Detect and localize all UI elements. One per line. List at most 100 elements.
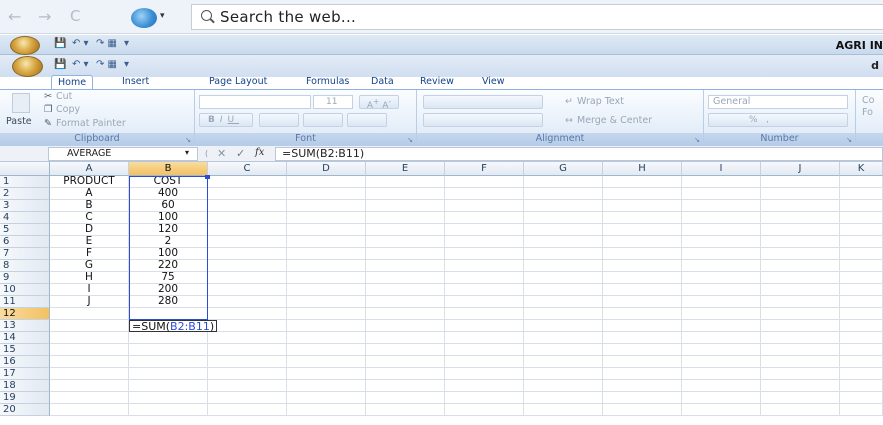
dialog-launcher-icon[interactable]: ↘ <box>846 136 852 144</box>
cell-e2[interactable] <box>366 188 445 200</box>
cell-k18[interactable] <box>840 380 883 392</box>
cell-j16[interactable] <box>761 356 840 368</box>
cell-i9[interactable] <box>682 272 761 284</box>
cell-e19[interactable] <box>366 392 445 404</box>
wrap-text-icon[interactable]: ↵ <box>565 96 573 107</box>
cell-b18[interactable] <box>129 380 208 392</box>
cell-g10[interactable] <box>524 284 603 296</box>
tab-page-layout[interactable]: Page Layout <box>209 75 267 89</box>
cell-a12[interactable] <box>50 308 129 320</box>
cell-f20[interactable] <box>445 404 524 416</box>
cell-h19[interactable] <box>603 392 682 404</box>
row-header-10[interactable]: 10 <box>0 284 50 296</box>
cell-g5[interactable] <box>524 224 603 236</box>
cut-button[interactable]: Cut <box>56 91 72 102</box>
cell-f2[interactable] <box>445 188 524 200</box>
cell-j1[interactable] <box>761 176 840 188</box>
cell-j18[interactable] <box>761 380 840 392</box>
cell-j5[interactable] <box>761 224 840 236</box>
cell-g19[interactable] <box>524 392 603 404</box>
cell-i20[interactable] <box>682 404 761 416</box>
cell-d4[interactable] <box>287 212 366 224</box>
tab-view[interactable]: View <box>482 75 505 89</box>
borders-button[interactable] <box>259 113 299 127</box>
cell-f4[interactable] <box>445 212 524 224</box>
row-header-14[interactable]: 14 <box>0 332 50 344</box>
row-header-16[interactable]: 16 <box>0 356 50 368</box>
format-painter-icon[interactable]: ✎ <box>44 118 52 129</box>
cell-f17[interactable] <box>445 368 524 380</box>
tab-data[interactable]: Data <box>371 75 394 89</box>
cell-i18[interactable] <box>682 380 761 392</box>
row-header-17[interactable]: 17 <box>0 368 50 380</box>
number-format-buttons[interactable]: % , <box>708 113 848 127</box>
cell-d9[interactable] <box>287 272 366 284</box>
cell-b19[interactable] <box>129 392 208 404</box>
cell-f6[interactable] <box>445 236 524 248</box>
cell-j3[interactable] <box>761 200 840 212</box>
cell-e4[interactable] <box>366 212 445 224</box>
cell-j9[interactable] <box>761 272 840 284</box>
font-color-button[interactable] <box>347 113 387 127</box>
save-icon[interactable]: 💾 <box>54 38 66 49</box>
cell-k3[interactable] <box>840 200 883 212</box>
cell-h7[interactable] <box>603 248 682 260</box>
row-header-3[interactable]: 3 <box>0 200 50 212</box>
cell-k10[interactable] <box>840 284 883 296</box>
row-header-2[interactable]: 2 <box>0 188 50 200</box>
font-family-select[interactable] <box>199 95 311 109</box>
row-header-11[interactable]: 11 <box>0 296 50 308</box>
cell-j7[interactable] <box>761 248 840 260</box>
cell-b17[interactable] <box>129 368 208 380</box>
cell-b16[interactable] <box>129 356 208 368</box>
cell-h16[interactable] <box>603 356 682 368</box>
column-header-c[interactable]: C <box>208 162 287 176</box>
paste-icon[interactable] <box>12 93 30 113</box>
column-header-g[interactable]: G <box>524 162 603 176</box>
cell-g18[interactable] <box>524 380 603 392</box>
row-header-7[interactable]: 7 <box>0 248 50 260</box>
chevron-down-icon[interactable]: ▾ <box>185 148 189 157</box>
office-button-icon[interactable] <box>10 36 40 55</box>
conditional-formatting-button[interactable]: Co <box>862 95 874 106</box>
merge-center-icon[interactable]: ↔ <box>565 115 573 126</box>
cell-j19[interactable] <box>761 392 840 404</box>
cell-f15[interactable] <box>445 344 524 356</box>
cell-k4[interactable] <box>840 212 883 224</box>
cell-c20[interactable] <box>208 404 287 416</box>
format-painter-button[interactable]: Format Painter <box>56 118 126 129</box>
name-box[interactable]: AVERAGE <box>48 147 198 161</box>
cell-i11[interactable] <box>682 296 761 308</box>
cell-b11[interactable]: 280 <box>129 296 208 308</box>
cell-k12[interactable] <box>840 308 883 320</box>
row-header-6[interactable]: 6 <box>0 236 50 248</box>
fill-color-button[interactable] <box>303 113 343 127</box>
cell-g6[interactable] <box>524 236 603 248</box>
cell-i2[interactable] <box>682 188 761 200</box>
cell-d14[interactable] <box>287 332 366 344</box>
cell-e15[interactable] <box>366 344 445 356</box>
cell-a13[interactable] <box>50 320 129 332</box>
cell-f19[interactable] <box>445 392 524 404</box>
cell-b14[interactable] <box>129 332 208 344</box>
row-header-8[interactable]: 8 <box>0 260 50 272</box>
tab-home[interactable]: Home <box>51 75 94 89</box>
cell-h3[interactable] <box>603 200 682 212</box>
cell-a16[interactable] <box>50 356 129 368</box>
cell-g3[interactable] <box>524 200 603 212</box>
cell-d2[interactable] <box>287 188 366 200</box>
vertical-align-buttons[interactable] <box>423 95 543 109</box>
cell-h6[interactable] <box>603 236 682 248</box>
column-header-b[interactable]: B <box>129 162 208 176</box>
cell-h5[interactable] <box>603 224 682 236</box>
cell-d19[interactable] <box>287 392 366 404</box>
search-input[interactable]: Search the web... <box>191 4 883 30</box>
cell-g9[interactable] <box>524 272 603 284</box>
row-header-4[interactable]: 4 <box>0 212 50 224</box>
tab-review[interactable]: Review <box>420 75 454 89</box>
cell-k2[interactable] <box>840 188 883 200</box>
cell-e9[interactable] <box>366 272 445 284</box>
cell-b15[interactable] <box>129 344 208 356</box>
wrap-text-button[interactable]: Wrap Text <box>577 96 624 107</box>
cell-e17[interactable] <box>366 368 445 380</box>
